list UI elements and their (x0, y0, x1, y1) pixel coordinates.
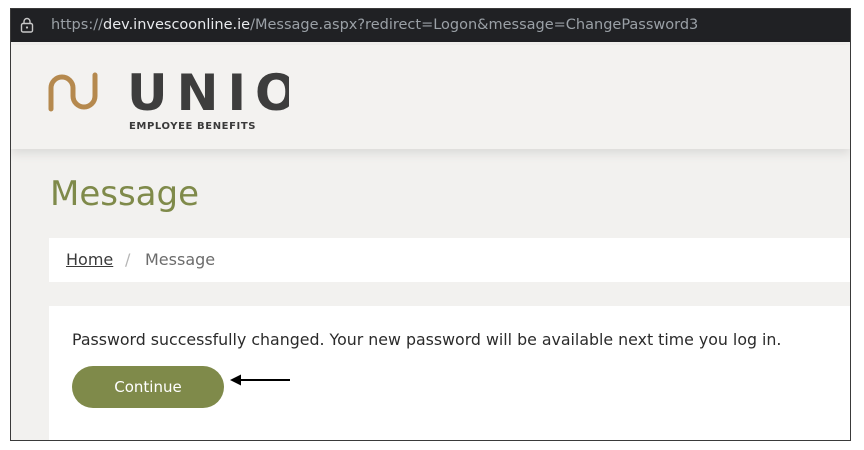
url-scheme: https:// (51, 17, 103, 33)
success-message: Password successfully changed. Your new … (72, 330, 782, 349)
breadcrumb-current: Message (145, 250, 216, 269)
site-header: UNIO EMPLOYEE BENEFITS (11, 45, 850, 149)
breadcrumb-separator: / (125, 250, 131, 269)
url-text[interactable]: https://dev.invescoonline.ie/Message.asp… (51, 9, 698, 42)
url-host: dev.invescoonline.ie (102, 17, 251, 33)
arrow-left-icon (230, 374, 290, 386)
logo-text: UNIO (127, 66, 289, 116)
message-card: Password successfully changed. Your new … (49, 306, 850, 440)
logo-tagline: EMPLOYEE BENEFITS (129, 121, 257, 132)
address-bar[interactable]: https://dev.invescoonline.ie/Message.asp… (11, 9, 850, 42)
unio-logo-icon[interactable] (47, 71, 101, 113)
page-title: Message (50, 174, 200, 214)
lock-icon[interactable] (20, 17, 34, 33)
continue-button[interactable]: Continue (72, 366, 224, 408)
unio-wordmark[interactable]: UNIO (127, 66, 289, 116)
url-path: /Message.aspx?redirect=Logon&message=Cha… (250, 17, 699, 33)
breadcrumb-home-link[interactable]: Home (66, 238, 113, 282)
browser-window: https://dev.invescoonline.ie/Message.asp… (10, 8, 851, 441)
breadcrumb: Home / Message (49, 238, 850, 282)
